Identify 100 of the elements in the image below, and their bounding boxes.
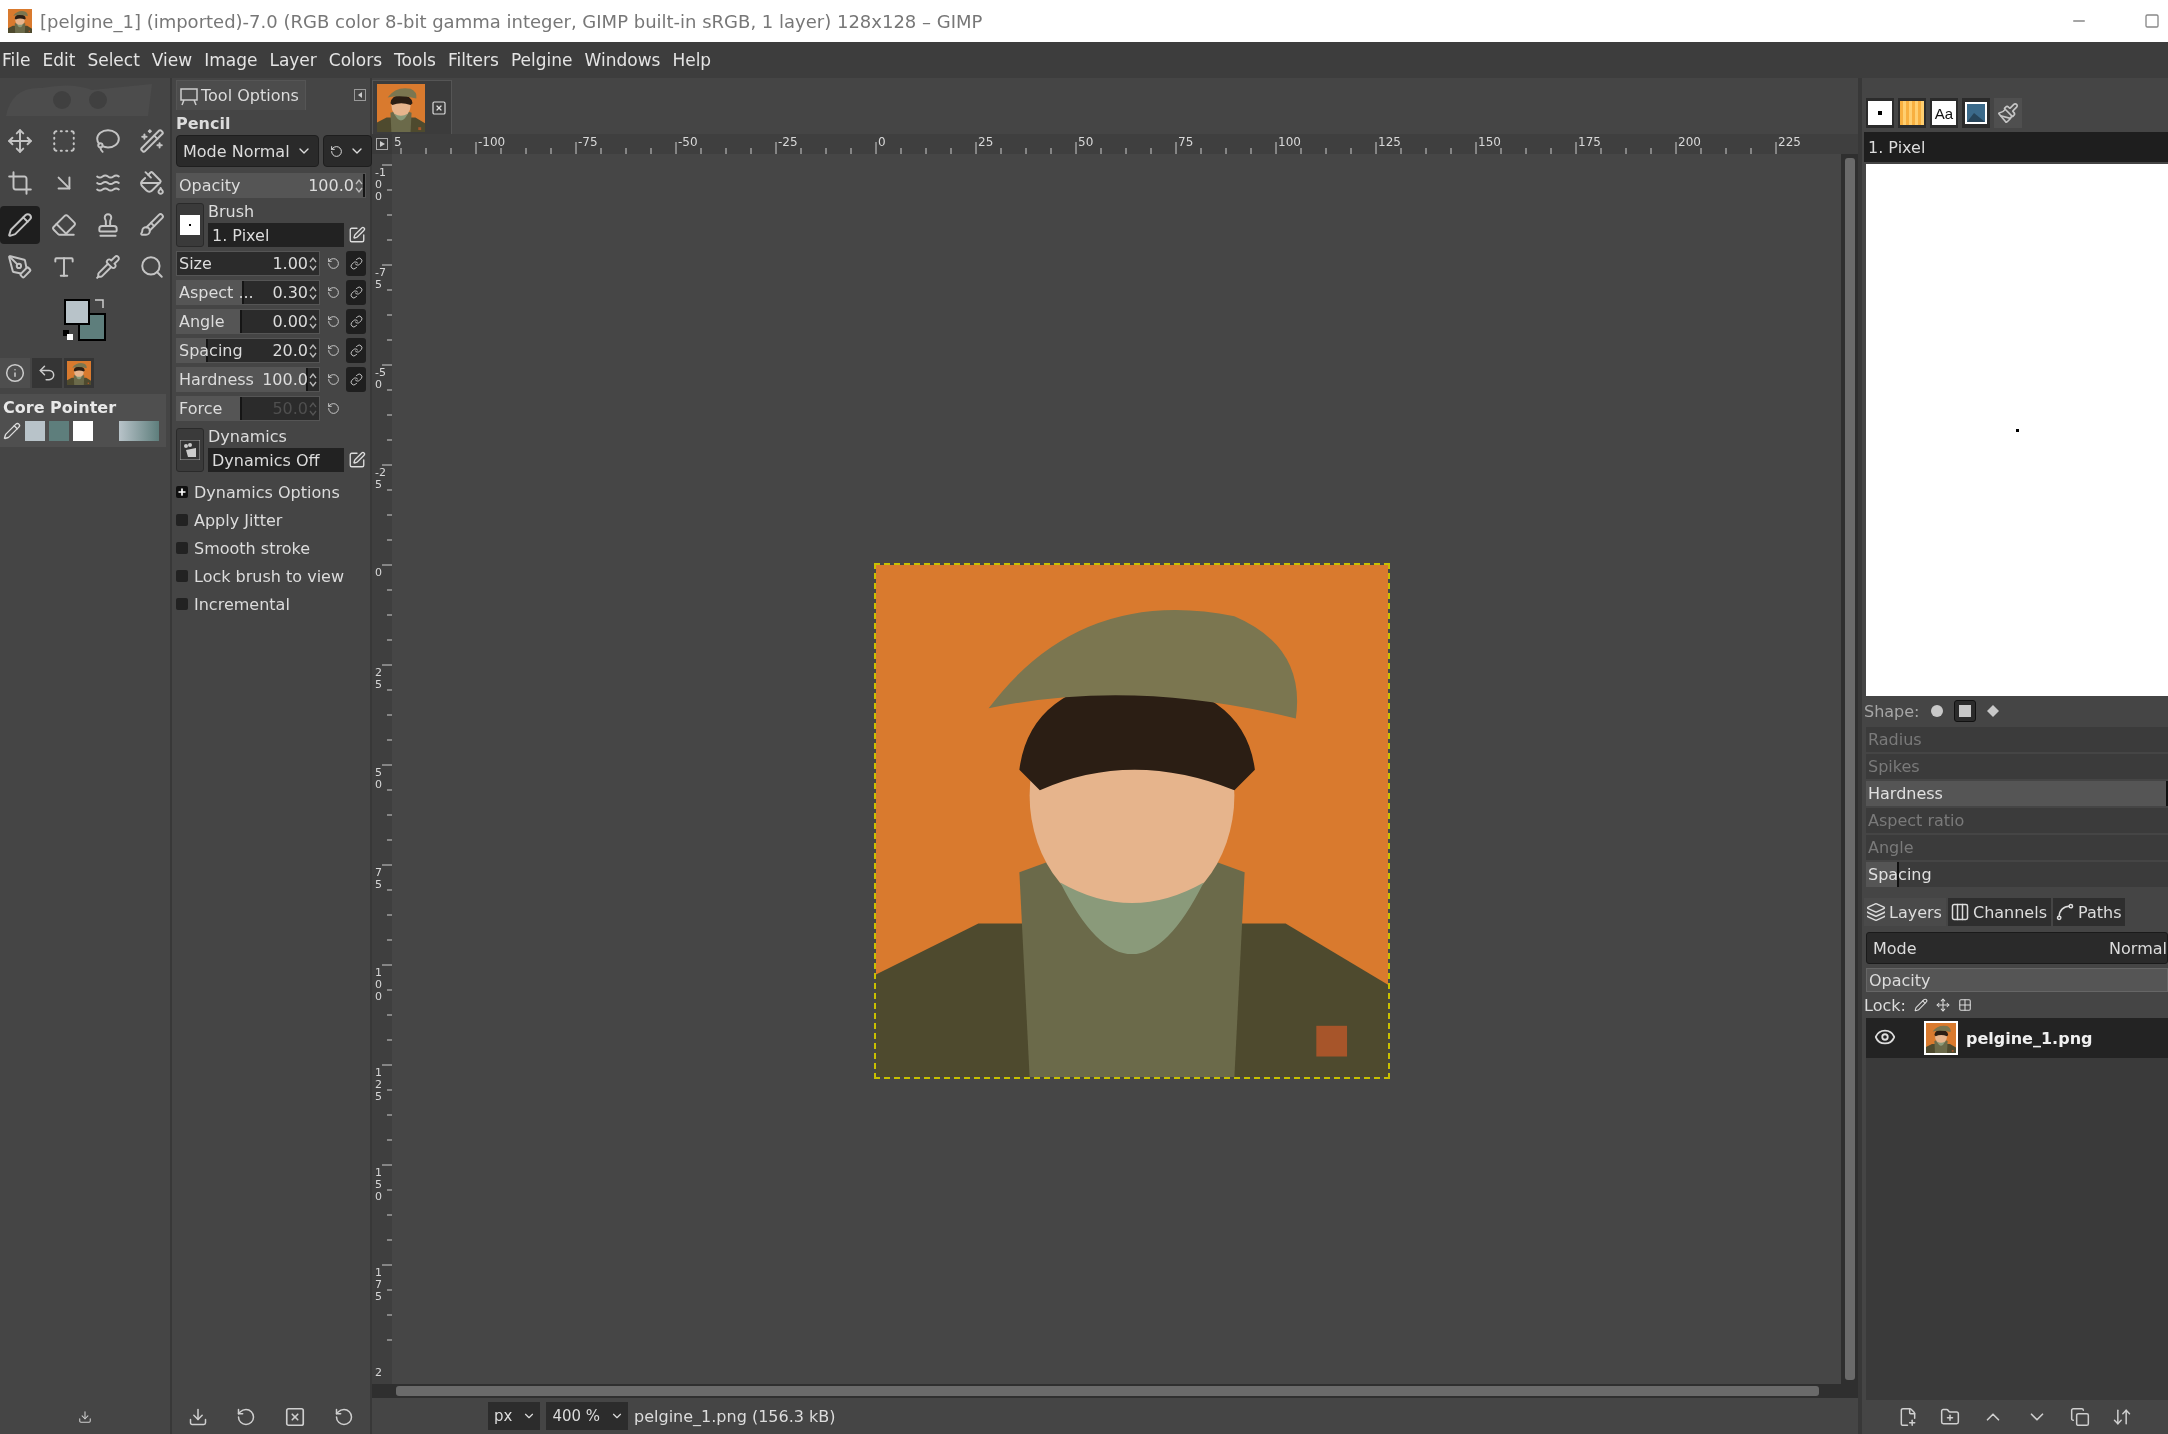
dock-tab[interactable] (1898, 98, 1926, 128)
spin-slider[interactable]: Angle 0.00 (176, 309, 320, 334)
duplicate-icon[interactable] (2070, 1407, 2090, 1427)
device-title: Core Pointer (3, 398, 118, 417)
menu-item[interactable]: Tools (394, 48, 436, 72)
new-layer-icon[interactable] (1898, 1407, 1918, 1427)
spin-slider[interactable]: Aspect ... 0.30 (176, 280, 320, 305)
brush-preview[interactable] (176, 202, 204, 247)
folder-icon[interactable] (1940, 1407, 1960, 1427)
easel-icon (179, 85, 199, 106)
link-icon (349, 315, 363, 328)
checkbox[interactable] (176, 542, 188, 554)
save-icon[interactable] (188, 1407, 208, 1427)
color-swatches-drawing[interactable] (61, 296, 109, 342)
spin-slider[interactable]: Size 1.00 (176, 251, 320, 276)
unit-dropdown[interactable]: px (488, 1402, 541, 1430)
menu-item[interactable]: File (2, 48, 31, 72)
panel-tab[interactable]: Channels (1947, 898, 2051, 926)
image-icon (1964, 101, 1988, 125)
shape-button[interactable] (1953, 700, 1976, 722)
reset-dropdown[interactable] (322, 135, 372, 167)
menu-item[interactable]: Edit (42, 48, 76, 72)
reset-icon (326, 315, 340, 328)
dynamics-name-field[interactable]: Dynamics Off (208, 448, 344, 472)
checkbox-label[interactable]: Apply Jitter (194, 510, 283, 530)
link-button[interactable] (346, 367, 366, 392)
shape-label: Shape: (1864, 701, 1920, 721)
ruler-label: 150 (1478, 136, 1501, 148)
reset-icon (326, 257, 340, 270)
link-button[interactable] (346, 251, 366, 276)
restore-icon[interactable] (236, 1407, 256, 1427)
menu-item[interactable]: Filters (447, 48, 499, 72)
edit-icon[interactable] (348, 451, 366, 469)
gradient-swatch (119, 421, 159, 441)
param-slider[interactable]: Hardness (1866, 781, 2168, 806)
arrows-icon[interactable] (2112, 1407, 2132, 1427)
checkbox-label[interactable]: Lock brush to view (194, 566, 344, 586)
checkbox[interactable] (176, 514, 188, 526)
ruler-label: 75 (1178, 136, 1194, 148)
expander-label[interactable]: Dynamics Options (194, 482, 340, 502)
dock-tab[interactable] (1866, 98, 1894, 128)
checkbox-label[interactable]: Incremental (194, 594, 290, 614)
checkbox-label[interactable]: Smooth stroke (194, 538, 310, 558)
quick-mask-button[interactable] (372, 134, 392, 154)
param-slider[interactable]: Spacing (1866, 862, 2168, 887)
menu-item[interactable]: Help (672, 48, 712, 72)
delete-icon[interactable] (284, 1406, 306, 1428)
checker-icon[interactable] (1957, 998, 1972, 1012)
menu-item[interactable]: Windows (584, 48, 661, 72)
dock-tab[interactable] (64, 358, 94, 388)
menu-item[interactable]: Pelgine (510, 48, 573, 72)
tool-button[interactable] (0, 206, 40, 244)
menu-item[interactable]: View (151, 48, 193, 72)
brush-name-field[interactable]: 1. Pixel (208, 223, 344, 247)
checkbox[interactable] (176, 598, 188, 610)
spin-slider[interactable]: Hardness 100.0 (176, 367, 320, 392)
link-button[interactable] (346, 280, 366, 305)
layer-row[interactable]: pelgine_1.png (1866, 1018, 2168, 1058)
dynamics-preview[interactable] (176, 427, 204, 472)
reset-icon (326, 402, 340, 415)
ruler-label: -25 (375, 467, 386, 492)
edit-icon[interactable] (348, 226, 366, 244)
checkbox[interactable] (176, 570, 188, 582)
window-title: [pelgine_1] (imported)-7.0 (RGB color 8-bit gamma integer, GIMP built-in sRGB, 1 layer) 128x128 – GIMP (40, 10, 984, 32)
layers-icon (1866, 902, 1886, 922)
panel-tab[interactable]: Layers (1864, 898, 1946, 926)
image-tab[interactable] (372, 80, 452, 134)
link-icon (349, 257, 363, 270)
panel-tab[interactable]: Tool Options (176, 80, 306, 110)
ruler-label: 175 (375, 1267, 383, 1304)
pencil-icon (7, 212, 33, 238)
reset-icon (326, 373, 340, 386)
horizontal-scrollbar[interactable] (372, 1384, 1858, 1398)
brush-name[interactable]: 1. Pixel (1864, 132, 2168, 162)
move-icon[interactable] (1935, 998, 1950, 1012)
ruler-label: 50 (375, 767, 383, 792)
menu-item[interactable]: Layer (269, 48, 317, 72)
pencil-icon[interactable] (1913, 998, 1928, 1012)
eyedropper-icon (95, 254, 121, 280)
menu-item[interactable]: Image (204, 48, 258, 72)
opacity-slider[interactable]: Opacity 100.0 (176, 173, 366, 198)
link-button[interactable] (346, 338, 366, 363)
mode-dropdown[interactable]: Mode Normal (176, 135, 319, 167)
reset-icon[interactable] (334, 1407, 354, 1427)
menu-item[interactable]: Select (87, 48, 140, 72)
menu-item[interactable]: Colors (328, 48, 383, 72)
panel-tab[interactable]: Paths (2053, 898, 2126, 926)
ruler-label: -100 (478, 136, 506, 148)
dock-tab[interactable] (1962, 98, 1990, 128)
search-icon (139, 254, 165, 280)
mode-dropdown[interactable]: Mode Normal (1866, 932, 2168, 964)
close-icon[interactable] (431, 99, 447, 116)
link-button[interactable] (346, 309, 366, 334)
dock-tab[interactable] (32, 358, 62, 388)
ruler-label: 50 (1078, 136, 1094, 148)
zoom-dropdown[interactable]: 400 % (546, 1402, 629, 1430)
info-icon (5, 363, 25, 383)
expander-icon[interactable] (176, 486, 188, 498)
spin-slider[interactable]: Spacing 20.0 (176, 338, 320, 363)
vertical-scrollbar[interactable] (1841, 154, 1858, 1384)
